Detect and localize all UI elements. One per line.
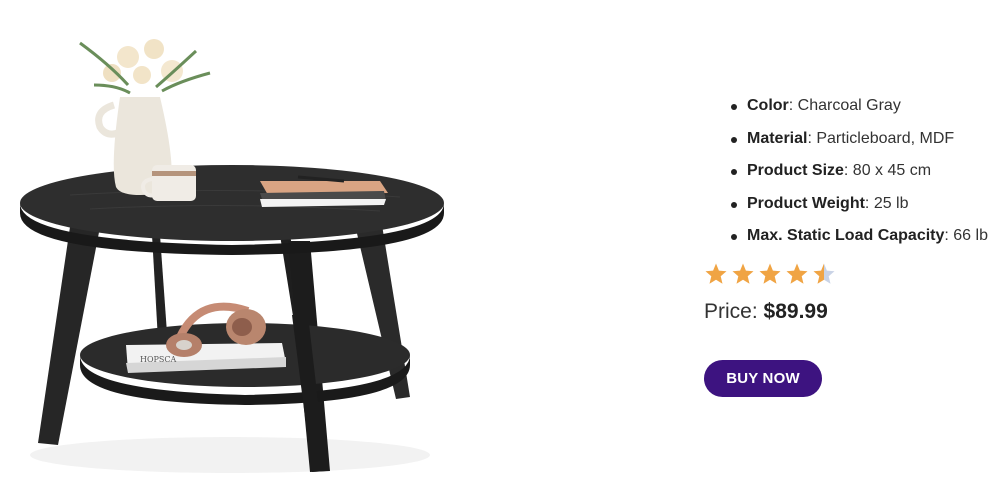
spec-color: Color: Charcoal Gray: [700, 96, 1000, 116]
price-value: $89.99: [763, 299, 828, 323]
price: Price: $89.99: [700, 297, 1000, 327]
spec-value: Particleboard, MDF: [816, 129, 955, 147]
spec-value: 80 x 45 cm: [852, 162, 932, 180]
spec-value: 25 lb: [873, 194, 909, 212]
star-icon: [732, 263, 754, 284]
spec-list: Color: Charcoal Gray Material: Particleb…: [700, 96, 1000, 246]
buy-now-button[interactable]: BUY NOW: [704, 359, 822, 397]
spec-key: Material: [747, 129, 808, 147]
spec-key: Color: [747, 97, 789, 114]
spec-product-weight: Product Weight: 25 lb: [700, 194, 1000, 214]
star-icon: [705, 263, 727, 284]
star-icon: [813, 263, 835, 284]
spec-value: Charcoal Gray: [797, 97, 901, 114]
spec-load-capacity: Max. Static Load Capacity: 66 lb: [700, 226, 1000, 246]
book-title: HOPSCA: [140, 355, 177, 364]
star-rating: [700, 259, 1000, 289]
spec-key: Max. Static Load Capacity: [747, 227, 945, 245]
spec-material: Material: Particleboard, MDF: [700, 129, 1000, 149]
spec-product-size: Product Size: 80 x 45 cm: [700, 161, 1000, 181]
star-icon: [759, 263, 781, 284]
star-icon: [786, 263, 808, 284]
spec-key: Product Weight: [747, 194, 865, 212]
spec-value: 66 lb: [953, 227, 988, 245]
spec-key: Product Size: [747, 162, 844, 180]
product-details: Color: Charcoal Gray Material: Particleb…: [700, 96, 1000, 397]
price-label: Price:: [704, 299, 758, 323]
product-image: HOPSCA: [20, 39, 444, 473]
